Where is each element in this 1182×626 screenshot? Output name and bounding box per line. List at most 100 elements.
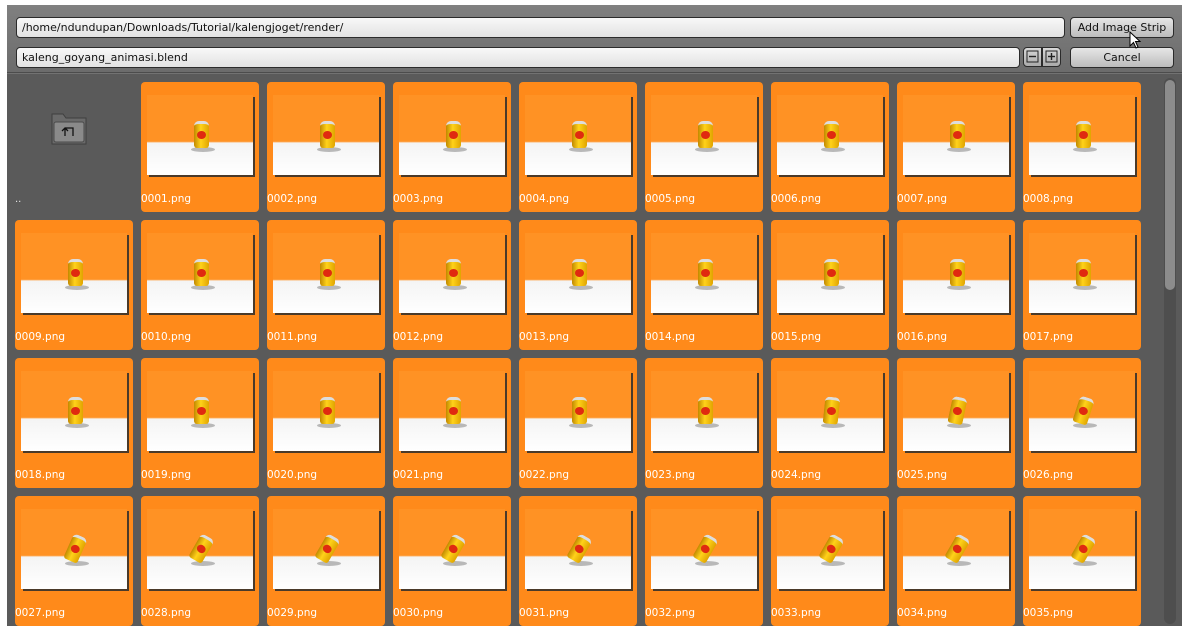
- image-thumbnail: [903, 509, 1009, 589]
- file-item[interactable]: 0004.png: [519, 82, 637, 212]
- increment-button[interactable]: [1042, 47, 1061, 67]
- image-thumbnail: [651, 509, 757, 589]
- file-item[interactable]: 0033.png: [771, 496, 889, 626]
- file-item[interactable]: 0002.png: [267, 82, 385, 212]
- file-name-label: 0012.png: [393, 331, 444, 343]
- file-name-label: 0022.png: [519, 469, 570, 481]
- image-thumbnail: [147, 233, 253, 313]
- file-item[interactable]: 0024.png: [771, 358, 889, 488]
- file-name-label: 0010.png: [141, 331, 192, 343]
- image-thumbnail: [903, 95, 1009, 175]
- plus-icon: [1045, 50, 1058, 63]
- image-thumbnail: [399, 233, 505, 313]
- file-item[interactable]: 0034.png: [897, 496, 1015, 626]
- file-item[interactable]: 0015.png: [771, 220, 889, 350]
- file-name-label: 0017.png: [1023, 331, 1074, 343]
- file-name-label: 0004.png: [519, 193, 570, 205]
- file-name-label: 0007.png: [897, 193, 948, 205]
- image-thumbnail: [525, 509, 631, 589]
- image-thumbnail: [273, 233, 379, 313]
- file-name-label: 0026.png: [1023, 469, 1074, 481]
- file-item[interactable]: 0021.png: [393, 358, 511, 488]
- file-item[interactable]: 0007.png: [897, 82, 1015, 212]
- file-name-label: 0023.png: [645, 469, 696, 481]
- image-thumbnail: [21, 371, 127, 451]
- file-item[interactable]: 0003.png: [393, 82, 511, 212]
- file-item[interactable]: 0035.png: [1023, 496, 1141, 626]
- file-browser-window: /home/ndundupan/Downloads/Tutorial/kalen…: [7, 5, 1182, 626]
- scrollbar-thumb[interactable]: [1165, 80, 1175, 290]
- file-name-label: 0013.png: [519, 331, 570, 343]
- file-name-label: 0031.png: [519, 607, 570, 619]
- image-thumbnail: [525, 233, 631, 313]
- image-thumbnail: [1029, 95, 1135, 175]
- directory-path-field[interactable]: /home/ndundupan/Downloads/Tutorial/kalen…: [16, 17, 1065, 38]
- file-name-label: 0035.png: [1023, 607, 1074, 619]
- file-item[interactable]: 0001.png: [141, 82, 259, 212]
- image-thumbnail: [399, 371, 505, 451]
- file-item[interactable]: 0011.png: [267, 220, 385, 350]
- file-item[interactable]: 0013.png: [519, 220, 637, 350]
- filename-field[interactable]: kaleng_goyang_animasi.blend: [16, 47, 1020, 68]
- file-name-label: 0030.png: [393, 607, 444, 619]
- file-item[interactable]: 0018.png: [15, 358, 133, 488]
- file-item[interactable]: 0025.png: [897, 358, 1015, 488]
- file-name-label: 0033.png: [771, 607, 822, 619]
- file-item[interactable]: 0022.png: [519, 358, 637, 488]
- file-grid-scrollbar[interactable]: [1164, 78, 1176, 624]
- image-thumbnail: [399, 509, 505, 589]
- file-name-label: 0001.png: [141, 193, 192, 205]
- file-item[interactable]: 0019.png: [141, 358, 259, 488]
- file-name-label: 0003.png: [393, 193, 444, 205]
- file-name-label: 0002.png: [267, 193, 318, 205]
- file-item[interactable]: 0030.png: [393, 496, 511, 626]
- file-name-label: 0021.png: [393, 469, 444, 481]
- file-item[interactable]: 0029.png: [267, 496, 385, 626]
- parent-directory-label: ..: [15, 194, 22, 205]
- file-item[interactable]: 0020.png: [267, 358, 385, 488]
- file-item[interactable]: 0008.png: [1023, 82, 1141, 212]
- file-item[interactable]: 0014.png: [645, 220, 763, 350]
- file-name-label: 0015.png: [771, 331, 822, 343]
- file-name-label: 0019.png: [141, 469, 192, 481]
- file-name-label: 0005.png: [645, 193, 696, 205]
- file-name-label: 0014.png: [645, 331, 696, 343]
- file-item[interactable]: 0005.png: [645, 82, 763, 212]
- file-item[interactable]: 0026.png: [1023, 358, 1141, 488]
- file-item[interactable]: 0028.png: [141, 496, 259, 626]
- file-item[interactable]: 0016.png: [897, 220, 1015, 350]
- image-thumbnail: [273, 95, 379, 175]
- file-name-label: 0024.png: [771, 469, 822, 481]
- add-image-strip-button[interactable]: Add Image Strip: [1070, 17, 1174, 38]
- image-thumbnail: [651, 95, 757, 175]
- file-name-label: 0025.png: [897, 469, 948, 481]
- file-name-label: 0008.png: [1023, 193, 1074, 205]
- file-item[interactable]: 0012.png: [393, 220, 511, 350]
- file-name-label: 0018.png: [15, 469, 66, 481]
- image-thumbnail: [273, 509, 379, 589]
- file-item[interactable]: 0006.png: [771, 82, 889, 212]
- image-thumbnail: [399, 95, 505, 175]
- file-item[interactable]: 0010.png: [141, 220, 259, 350]
- file-browser-header: /home/ndundupan/Downloads/Tutorial/kalen…: [7, 5, 1182, 73]
- image-thumbnail: [525, 371, 631, 451]
- file-item[interactable]: 0017.png: [1023, 220, 1141, 350]
- image-thumbnail: [525, 95, 631, 175]
- image-thumbnail: [1029, 509, 1135, 589]
- file-item[interactable]: 0032.png: [645, 496, 763, 626]
- file-name-label: 0006.png: [771, 193, 822, 205]
- file-name-label: 0011.png: [267, 331, 318, 343]
- file-name-label: 0029.png: [267, 607, 318, 619]
- decrement-button[interactable]: [1023, 47, 1042, 67]
- file-item[interactable]: 0023.png: [645, 358, 763, 488]
- image-thumbnail: [777, 233, 883, 313]
- file-item[interactable]: 0027.png: [15, 496, 133, 626]
- cancel-button[interactable]: Cancel: [1070, 47, 1174, 68]
- file-item[interactable]: 0009.png: [15, 220, 133, 350]
- parent-directory-item[interactable]: ..: [15, 74, 133, 205]
- image-thumbnail: [777, 371, 883, 451]
- file-name-label: 0028.png: [141, 607, 192, 619]
- file-item[interactable]: 0031.png: [519, 496, 637, 626]
- mouse-pointer-icon: [1129, 31, 1142, 49]
- image-thumbnail: [903, 371, 1009, 451]
